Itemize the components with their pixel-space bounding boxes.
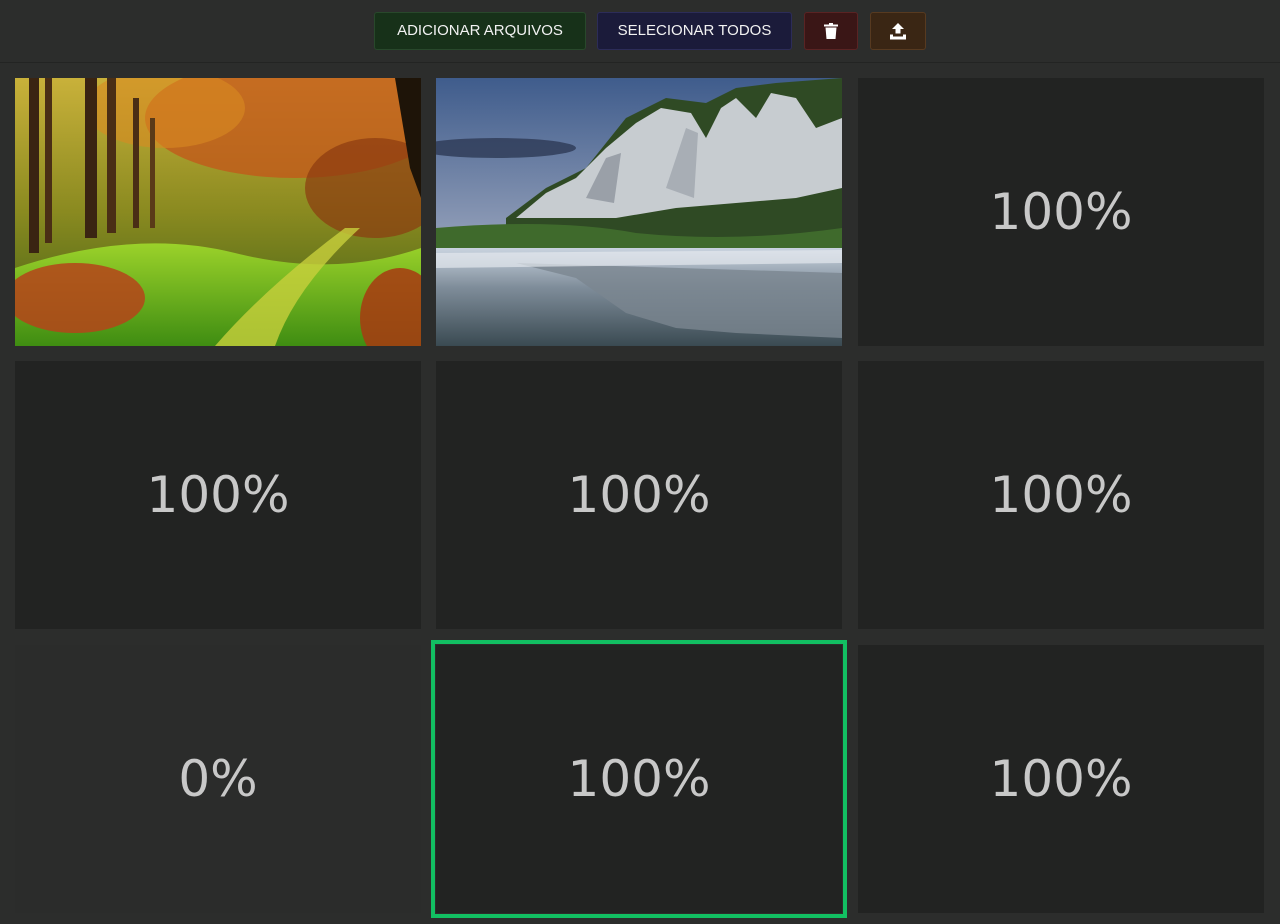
upload-progress: 100% [146, 466, 290, 524]
gallery-item-selected[interactable]: 100% [431, 640, 847, 918]
upload-progress: 0% [178, 750, 258, 808]
upload-button[interactable] [870, 12, 926, 50]
autumn-forest-image [15, 78, 421, 346]
trash-icon [824, 23, 838, 39]
gallery-item[interactable]: 100% [15, 361, 421, 629]
gallery-item[interactable]: 100% [858, 361, 1264, 629]
add-files-button[interactable]: ADICIONAR ARQUIVOS [374, 12, 586, 50]
upload-progress: 100% [567, 466, 711, 524]
gallery-item[interactable]: 100% [436, 361, 842, 629]
upload-progress: 100% [989, 183, 1133, 241]
upload-progress: 100% [989, 750, 1133, 808]
gallery-item-image[interactable] [15, 78, 421, 346]
gallery-item[interactable]: 100% [858, 645, 1264, 913]
select-all-button[interactable]: SELECIONAR TODOS [597, 12, 792, 50]
delete-button[interactable] [804, 12, 858, 50]
upload-icon [890, 23, 906, 40]
upload-progress: 100% [567, 750, 711, 808]
gallery-item[interactable]: 100% [858, 78, 1264, 346]
toolbar: ADICIONAR ARQUIVOS SELECIONAR TODOS [0, 0, 1280, 63]
cliffs-lake-image [436, 78, 842, 346]
gallery-item[interactable]: 0% [15, 645, 421, 913]
upload-progress: 100% [989, 466, 1133, 524]
gallery-item-image[interactable] [436, 78, 842, 346]
